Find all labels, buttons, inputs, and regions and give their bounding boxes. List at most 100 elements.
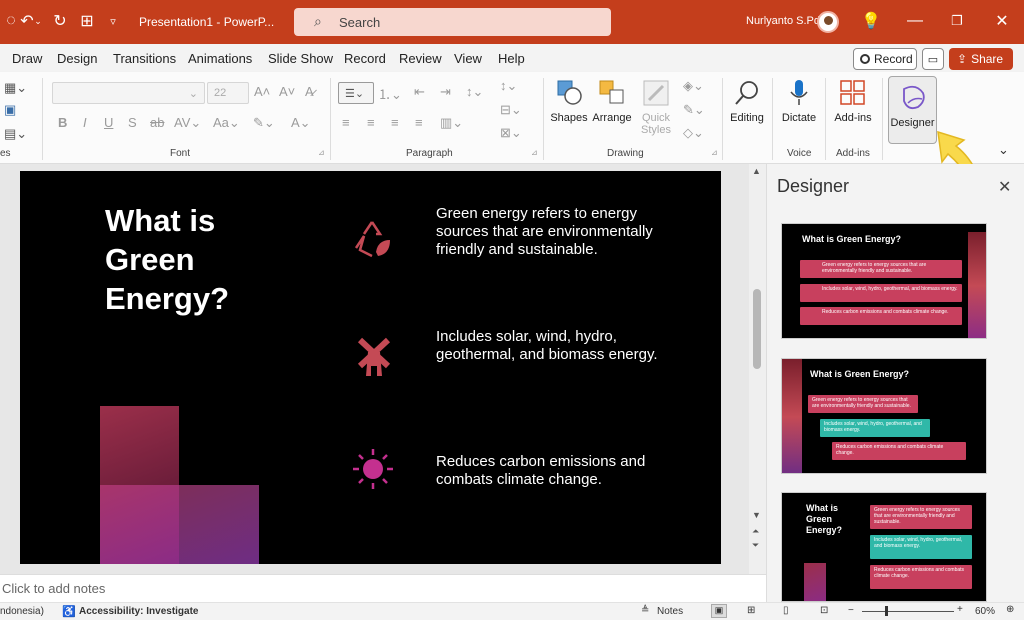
zoom-slider[interactable]	[862, 611, 954, 612]
language-status[interactable]: ndonesia)	[0, 606, 44, 617]
slide-point-3[interactable]: Reduces carbon emissions and combats cli…	[436, 453, 661, 489]
decrease-indent-icon[interactable]: ⇤	[414, 84, 425, 100]
align-right-icon[interactable]: ≡	[391, 115, 399, 130]
font-launcher-icon[interactable]: ⊿	[318, 148, 325, 157]
align-center-icon[interactable]: ≡	[367, 115, 375, 130]
comments-icon[interactable]: ▭	[922, 48, 944, 70]
strikethrough-icon[interactable]: ab	[150, 115, 164, 130]
avatar[interactable]	[817, 11, 839, 33]
reset-icon[interactable]: ▣	[4, 102, 16, 118]
customize-toolbar-icon[interactable]: ▿	[102, 10, 124, 32]
designer-label: Designer	[890, 117, 935, 129]
repeat-icon[interactable]: ↻	[49, 10, 71, 32]
user-name[interactable]: Nurlyanto S.Pd	[746, 15, 820, 27]
highlight-icon[interactable]: ✎⌄	[253, 115, 275, 131]
zoom-slider-thumb[interactable]	[885, 606, 888, 616]
shadow-icon[interactable]: S	[128, 115, 137, 130]
editing-button[interactable]: Editing	[727, 78, 767, 124]
normal-view-icon[interactable]: ▣	[711, 604, 727, 618]
next-slide-icon[interactable]: ⏷	[752, 540, 759, 551]
design-option-2[interactable]: What is Green Energy? Green energy refer…	[781, 358, 987, 474]
undo-dropdown-icon[interactable]: ⌄	[33, 10, 43, 32]
designer-button[interactable]: Designer	[888, 76, 937, 144]
lightbulb-icon[interactable]: 💡	[860, 10, 882, 32]
bullets-dropdown[interactable]: ☰⌄	[338, 82, 374, 104]
text-direction-icon[interactable]: ↕⌄	[500, 78, 517, 94]
close-icon[interactable]: ✕	[998, 177, 1011, 197]
align-text-icon[interactable]: ⊟⌄	[500, 102, 522, 118]
clear-formatting-icon[interactable]: A̷	[305, 84, 314, 99]
slide-sorter-icon[interactable]: ⊞	[747, 605, 755, 616]
paragraph-launcher-icon[interactable]: ⊿	[531, 148, 538, 157]
quick-styles-button[interactable]: Quick Styles	[636, 78, 676, 136]
shape-fill-icon[interactable]: ◈⌄	[683, 78, 704, 94]
underline-icon[interactable]: U	[104, 115, 113, 130]
tab-record[interactable]: Record	[344, 51, 386, 66]
slide[interactable]: What is Green Energy? Green energy refer…	[20, 171, 721, 564]
drawing-launcher-icon[interactable]: ⊿	[711, 148, 718, 157]
font-size-dropdown[interactable]: 22	[207, 82, 249, 104]
tab-design[interactable]: Design	[57, 51, 97, 66]
restore-icon[interactable]: ❐	[946, 10, 968, 32]
scroll-thumb[interactable]	[753, 289, 761, 369]
line-spacing-icon[interactable]: ↕⌄	[466, 84, 483, 100]
layout-icon[interactable]: ▦⌄	[4, 80, 27, 96]
designer-icon	[898, 83, 928, 113]
slide-title[interactable]: What is Green Energy?	[105, 201, 275, 318]
arrange-button[interactable]: Arrange	[591, 78, 633, 124]
scroll-down-icon[interactable]: ▼	[752, 510, 761, 520]
font-family-dropdown[interactable]: ⌄	[52, 82, 205, 104]
section-icon[interactable]: ▤⌄	[4, 126, 27, 142]
font-color-icon[interactable]: A⌄	[291, 115, 311, 131]
reading-view-icon[interactable]: ▯	[783, 605, 789, 616]
columns-icon[interactable]: ▥⌄	[440, 115, 463, 131]
shapes-button[interactable]: Shapes	[549, 78, 589, 124]
tab-review[interactable]: Review	[399, 51, 442, 66]
tab-slide-show[interactable]: Slide Show	[268, 51, 333, 66]
record-button[interactable]: Record	[853, 48, 917, 70]
previous-slide-icon[interactable]: ⏶	[752, 526, 759, 537]
slideshow-icon[interactable]: ⊡	[820, 605, 828, 616]
notes-placeholder[interactable]: Click to add notes	[2, 581, 105, 596]
notes-pane[interactable]: Click to add notes	[0, 574, 766, 602]
close-icon[interactable]: ✕	[991, 10, 1013, 32]
share-button[interactable]: ⇪ Share	[949, 48, 1013, 70]
vertical-scrollbar[interactable]: ▲ ▼ ⏶ ⏷	[749, 164, 766, 574]
slide-point-1[interactable]: Green energy refers to energy sources th…	[436, 205, 661, 259]
design-option-3[interactable]: What is Green Energy? Green energy refer…	[781, 492, 987, 602]
share-icon: ⇪	[957, 52, 968, 66]
zoom-out-icon[interactable]: −	[848, 605, 854, 616]
tab-transitions[interactable]: Transitions	[113, 51, 176, 66]
character-spacing-icon[interactable]: AV⌄	[174, 115, 201, 131]
search-box[interactable]: ⌕ Search	[294, 8, 611, 36]
tab-view[interactable]: View	[454, 51, 482, 66]
align-left-icon[interactable]: ≡	[342, 115, 350, 130]
present-icon[interactable]: ⊞	[76, 10, 98, 32]
tab-help[interactable]: Help	[498, 51, 525, 66]
scroll-up-icon[interactable]: ▲	[752, 166, 761, 176]
slide-point-2[interactable]: Includes solar, wind, hydro, geothermal,…	[436, 328, 661, 364]
numbering-icon[interactable]: ⒈⌄	[378, 84, 402, 103]
zoom-in-icon[interactable]: +	[957, 604, 963, 615]
accessibility-status[interactable]: Accessibility: Investigate	[79, 606, 199, 617]
increase-font-icon[interactable]: A˄	[254, 84, 270, 99]
tab-draw[interactable]: Draw	[12, 51, 42, 66]
shape-outline-icon[interactable]: ✎⌄	[683, 102, 705, 118]
dictate-button[interactable]: Dictate	[777, 78, 821, 124]
design-option-1[interactable]: What is Green Energy? Green energy refer…	[781, 223, 987, 339]
smartart-icon[interactable]: ⊠⌄	[500, 125, 522, 141]
shape-effects-icon[interactable]: ◇⌄	[683, 125, 704, 141]
notes-toggle[interactable]: Notes	[657, 606, 683, 617]
fit-to-window-icon[interactable]: ⊕	[1006, 604, 1014, 615]
italic-icon[interactable]: I	[83, 115, 87, 130]
zoom-level[interactable]: 60%	[975, 606, 995, 617]
justify-icon[interactable]: ≡	[415, 115, 423, 130]
collapse-ribbon-icon[interactable]: ⌄	[998, 142, 1009, 158]
addins-button[interactable]: Add-ins	[830, 78, 876, 124]
change-case-icon[interactable]: Aa⌄	[213, 115, 240, 131]
tab-animations[interactable]: Animations	[188, 51, 252, 66]
increase-indent-icon[interactable]: ⇥	[440, 84, 451, 100]
minimize-icon[interactable]: —	[904, 10, 926, 32]
decrease-font-icon[interactable]: A˅	[279, 84, 295, 99]
bold-icon[interactable]: B	[58, 115, 67, 130]
